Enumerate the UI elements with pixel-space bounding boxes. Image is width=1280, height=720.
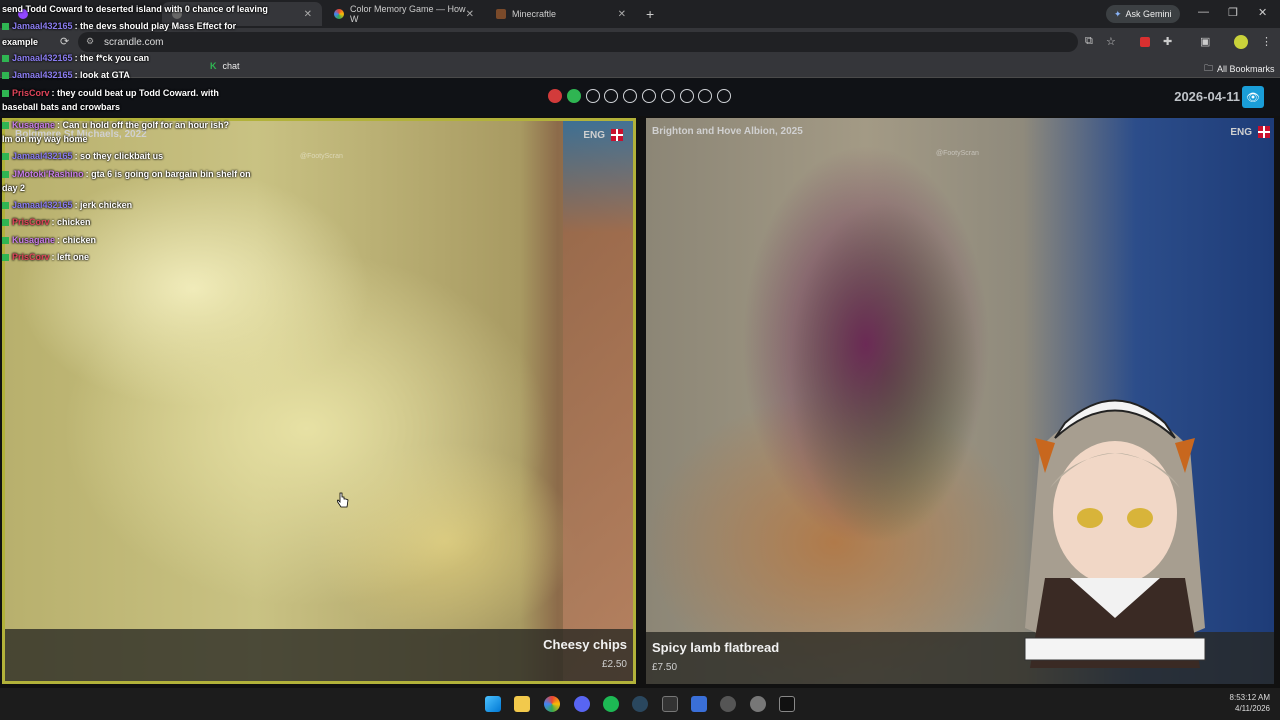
steam-icon[interactable] xyxy=(632,696,648,712)
puzzle-date: 2026-04-11 xyxy=(1174,89,1240,104)
progress-dot xyxy=(604,89,619,103)
minecraftle-favicon-icon xyxy=(496,9,506,19)
card-language: ENG xyxy=(583,129,623,141)
progress-dot xyxy=(623,89,638,103)
extensions-puzzle-icon[interactable]: ✚ xyxy=(1163,35,1172,48)
kick-icon: K xyxy=(210,61,217,71)
chat-message: Kusagane: Can u hold off the golf for an… xyxy=(2,120,229,130)
england-flag-icon xyxy=(611,129,623,141)
photo-watermark: @FootyScran xyxy=(936,150,979,157)
maximize-icon[interactable]: ❐ xyxy=(1228,6,1238,19)
progress-dot xyxy=(660,89,675,103)
bookmarks-bar xyxy=(0,56,1280,78)
chrome-favicon-icon xyxy=(334,9,344,19)
dish-name: Cheesy chips xyxy=(543,637,627,652)
discord-icon[interactable] xyxy=(574,696,590,712)
dish-price: £7.50 xyxy=(652,662,678,673)
mouse-cursor-icon xyxy=(337,492,349,508)
dish-price: £2.50 xyxy=(601,659,627,670)
england-flag-icon xyxy=(1258,126,1270,138)
close-tab-icon[interactable]: ✕ xyxy=(618,9,626,20)
obs-icon[interactable] xyxy=(720,696,736,712)
profile-avatar[interactable] xyxy=(1234,35,1248,49)
address-bar[interactable]: ⚙ scrandle.com xyxy=(78,32,1078,52)
minimize-icon[interactable]: — xyxy=(1198,6,1209,18)
card-language: ENG xyxy=(1230,126,1270,138)
progress-dot xyxy=(585,89,600,103)
chat-message: Im on my way home xyxy=(2,134,88,144)
chat-message: PrisCorv: they could beat up Todd Coward… xyxy=(2,88,219,98)
progress-dot xyxy=(679,89,694,103)
close-tab-icon[interactable]: ✕ xyxy=(466,9,474,20)
progress-dot xyxy=(566,89,581,103)
site-info-icon[interactable]: ⚙ xyxy=(86,36,94,47)
card-caption: Cheesy chips £2.50 xyxy=(5,629,633,681)
tab-color-memory-game[interactable]: Color Memory Game — How W ✕ xyxy=(324,2,484,26)
chat-message: Jamaal432165: the f*ck you can xyxy=(2,53,149,63)
progress-dot xyxy=(698,89,713,103)
chat-message: JMotoki'Rashino: gta 6 is going on barga… xyxy=(2,169,251,179)
photo-watermark: @FootyScran xyxy=(300,153,343,160)
tab-minecraftle[interactable]: Minecraftle ✕ xyxy=(486,2,636,26)
chat-message: PrisCorv: left one xyxy=(2,252,89,262)
vtuber-avatar xyxy=(1024,399,1206,668)
side-panel-icon[interactable]: ▣ xyxy=(1200,35,1210,48)
chat-message: Jamaal432165: the devs should play Mass … xyxy=(2,21,236,31)
taskbar-clock[interactable]: 8:53:12 AM 4/11/2026 xyxy=(1230,692,1270,714)
chat-message: day 2 xyxy=(2,183,26,193)
progress-dot xyxy=(717,89,732,103)
ask-gemini-button[interactable]: ✦ Ask Gemini xyxy=(1106,5,1180,23)
progress-dots xyxy=(548,89,736,103)
install-app-icon[interactable]: ⧉ xyxy=(1085,35,1093,48)
bookmark-star-icon[interactable]: ☆ xyxy=(1106,35,1116,48)
chat-message: Jamaal432165: jerk chicken xyxy=(2,200,132,210)
chat-message: baseball bats and crowbars xyxy=(2,102,121,112)
chat-message: Kusagane: chicken xyxy=(2,235,96,245)
progress-dot xyxy=(641,89,656,103)
eye-icon[interactable]: 👁 xyxy=(1242,86,1264,108)
vtube-studio-icon[interactable] xyxy=(691,696,707,712)
spotify-icon[interactable] xyxy=(603,696,619,712)
windows-taskbar xyxy=(0,688,1280,720)
chat-message: send Todd Coward to deserted island with… xyxy=(2,4,268,14)
close-tab-icon[interactable]: ✕ xyxy=(304,9,312,20)
chat-message: PrisCorv: chicken xyxy=(2,217,91,227)
menu-kebab-icon[interactable]: ⋮ xyxy=(1261,35,1272,48)
terminal-icon[interactable] xyxy=(662,696,678,712)
chat-message: Jamaal432165: look at GTA xyxy=(2,70,130,80)
chat-message: example xyxy=(2,37,39,47)
settings-gear-icon[interactable] xyxy=(750,696,766,712)
all-bookmarks-button[interactable]: 🗀 All Bookmarks xyxy=(1204,61,1275,77)
folder-icon: 🗀 xyxy=(1204,63,1214,73)
dish-name: Spicy lamb flatbread xyxy=(652,640,780,655)
extension-icon[interactable] xyxy=(1140,37,1150,47)
progress-dot xyxy=(548,89,562,103)
chat-message: Jamaal432165: so they clickbait us xyxy=(2,151,163,161)
windows-start-icon[interactable] xyxy=(485,696,501,712)
reload-icon[interactable]: ⟳ xyxy=(60,35,69,48)
chrome-icon[interactable] xyxy=(544,696,560,712)
new-tab-button[interactable]: + xyxy=(646,6,654,22)
bookmark-chat[interactable]: K chat xyxy=(210,61,240,71)
capcut-icon[interactable] xyxy=(779,696,795,712)
gemini-icon: ✦ xyxy=(1114,8,1122,19)
close-window-icon[interactable]: ✕ xyxy=(1258,6,1267,19)
card-location: Brighton and Hove Albion, 2025 xyxy=(652,126,803,137)
file-explorer-icon[interactable] xyxy=(514,696,530,712)
